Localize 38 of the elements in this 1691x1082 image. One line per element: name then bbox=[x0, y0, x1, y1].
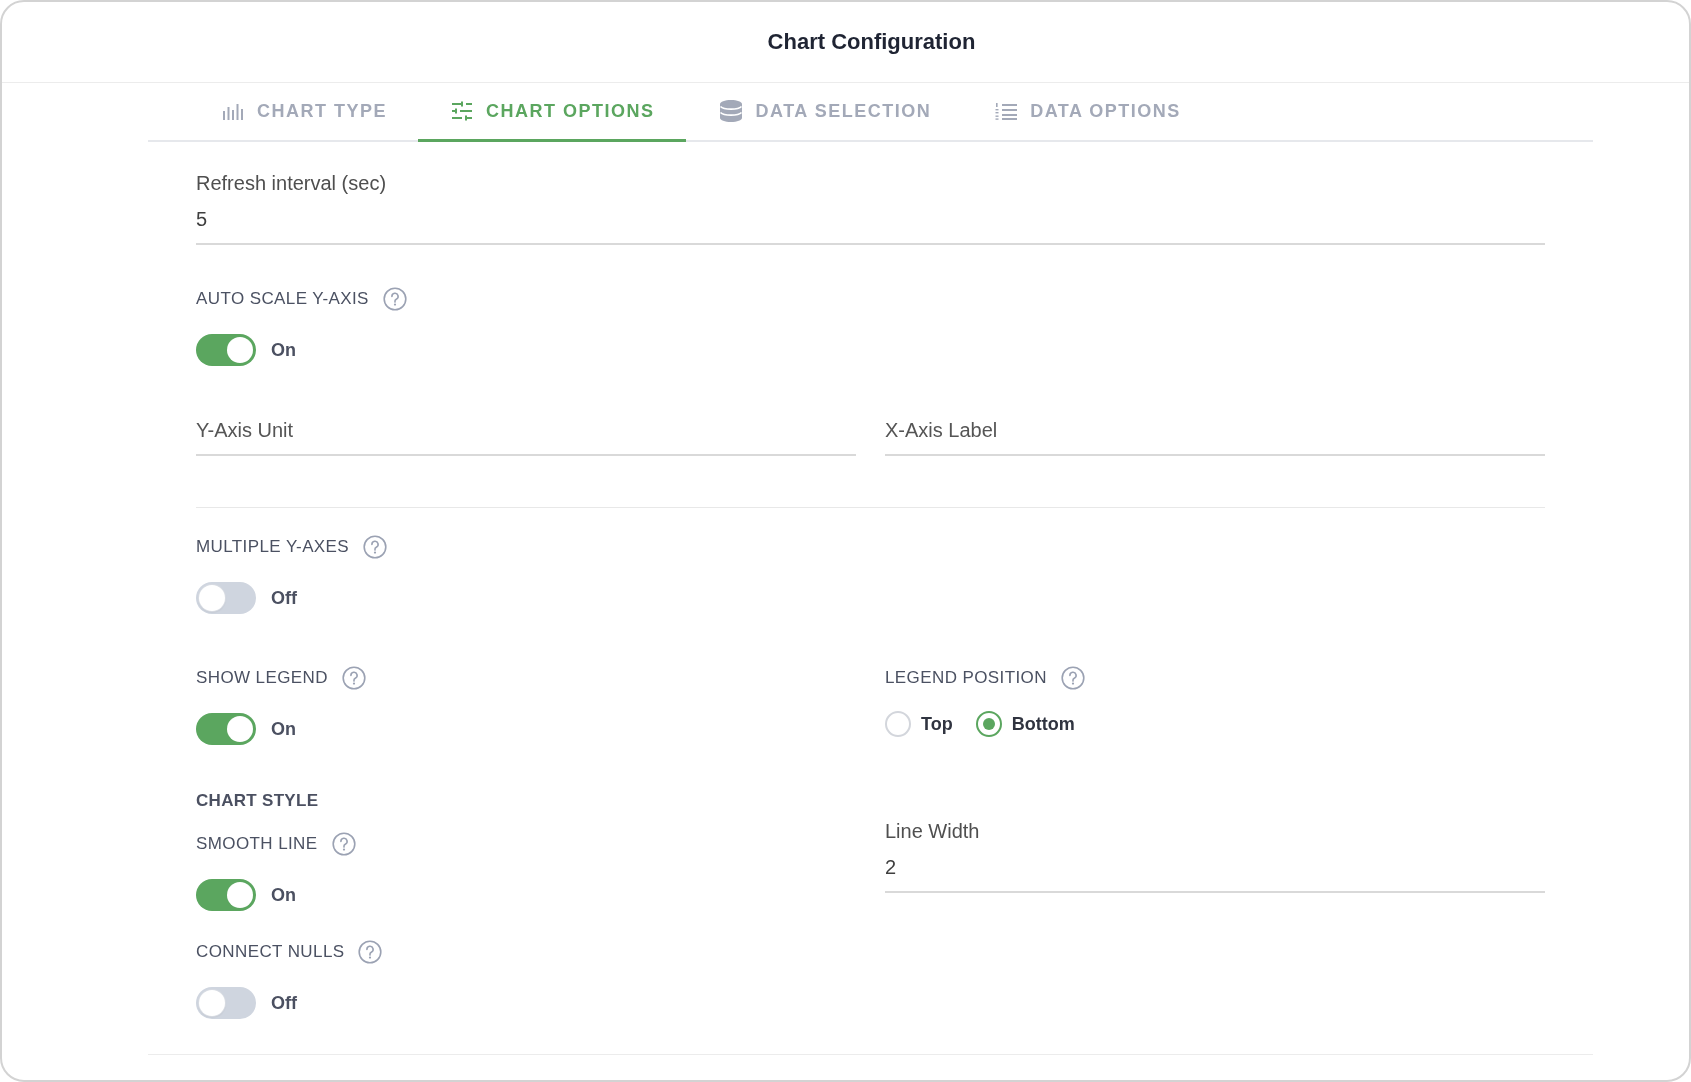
field-label: Line Width bbox=[885, 819, 981, 843]
toggle-state-label: On bbox=[271, 718, 296, 740]
setting-label: AUTO SCALE Y-AXIS bbox=[196, 289, 369, 309]
setting-label: SMOOTH LINE bbox=[196, 834, 318, 854]
radio-label[interactable]: Top bbox=[921, 713, 953, 735]
radio-label[interactable]: Bottom bbox=[1011, 713, 1075, 735]
help-icon[interactable] bbox=[358, 940, 383, 964]
toggle-state-label: On bbox=[271, 339, 296, 361]
toggle-switch[interactable] bbox=[196, 334, 256, 366]
database-icon bbox=[718, 100, 743, 122]
input-field[interactable]: 2 bbox=[885, 856, 1545, 893]
setting-label: MULTIPLE Y-AXES bbox=[196, 537, 350, 557]
setting-label: LEGEND POSITION bbox=[885, 668, 1047, 688]
help-icon[interactable] bbox=[331, 832, 356, 856]
bar-chart-icon bbox=[222, 102, 244, 120]
toggle-switch[interactable] bbox=[196, 987, 256, 1019]
help-icon[interactable] bbox=[363, 535, 388, 559]
radio-button[interactable] bbox=[885, 711, 911, 737]
toggle-switch[interactable] bbox=[196, 582, 256, 614]
window-title: Chart Configuration bbox=[766, 29, 976, 55]
toggle-switch[interactable] bbox=[196, 879, 256, 911]
setting-label: SHOW LEGEND bbox=[196, 668, 328, 688]
input-field[interactable]: Y-Axis Unit bbox=[196, 419, 856, 456]
toggle-state-label: Off bbox=[271, 992, 297, 1014]
help-icon[interactable] bbox=[341, 666, 366, 690]
radio-button[interactable] bbox=[975, 711, 1002, 737]
input-field[interactable]: 5 bbox=[196, 208, 1545, 245]
input-field[interactable]: X-Axis Label bbox=[885, 419, 1545, 456]
sliders-icon bbox=[451, 101, 473, 121]
toggle-switch[interactable] bbox=[196, 713, 256, 745]
help-icon[interactable] bbox=[1060, 666, 1085, 690]
toggle-state-label: On bbox=[271, 884, 296, 906]
section-heading: CHART STYLE bbox=[196, 791, 320, 811]
numbered-list-icon bbox=[995, 102, 1018, 120]
toggle-state-label: Off bbox=[271, 587, 297, 609]
help-icon[interactable] bbox=[382, 287, 407, 311]
setting-label: CONNECT NULLS bbox=[196, 942, 345, 962]
field-label: Refresh interval (sec) bbox=[196, 171, 388, 195]
